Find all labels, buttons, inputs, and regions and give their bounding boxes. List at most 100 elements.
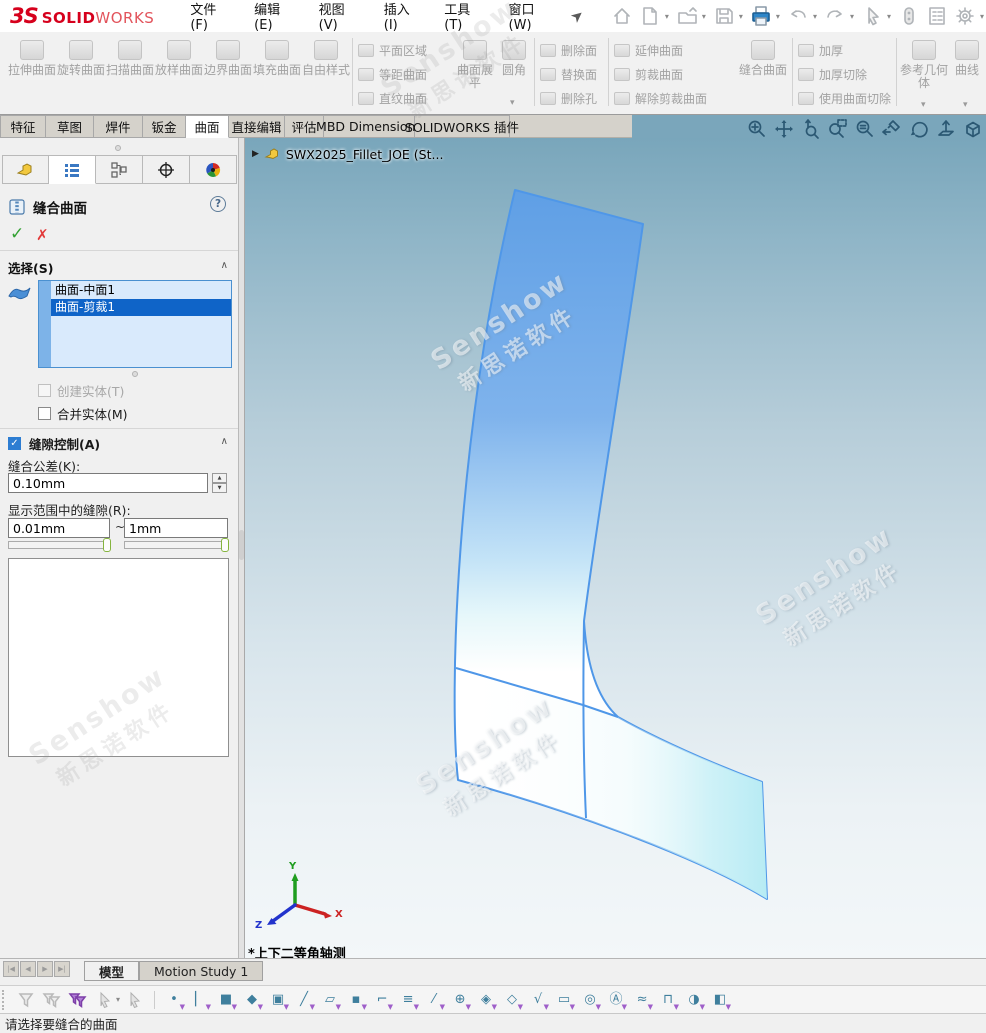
graphics-area[interactable]: ▶ SWX2025_Fillet_JOE (St... Y X Z *上下二等角… <box>245 138 986 958</box>
ribbon-boundary-surface-button[interactable]: 边界曲面 <box>204 37 252 77</box>
ok-button[interactable]: ✓ <box>10 224 24 244</box>
options-gear-icon[interactable] <box>953 4 977 28</box>
filter-vertices-icon[interactable]: •▼ <box>161 989 187 1011</box>
save-dropdown[interactable]: ▾ <box>739 12 743 21</box>
nav-next-button[interactable]: ▶ <box>37 961 53 977</box>
options-dropdown[interactable]: ▾ <box>980 12 984 21</box>
display-style-icon[interactable] <box>962 117 984 141</box>
panel-grip[interactable] <box>115 145 121 151</box>
filter-surface-finish-icon[interactable]: √▼ <box>525 989 551 1011</box>
ribbon-extruded-surface-button[interactable]: 拉伸曲面 <box>8 37 56 77</box>
min-slider-handle[interactable] <box>103 538 111 552</box>
home-icon[interactable] <box>610 4 634 28</box>
model-tab[interactable]: 模型 <box>84 961 139 981</box>
toolbar-grip[interactable] <box>2 990 7 1010</box>
selection-collapse-chevron[interactable]: ∧ <box>221 260 228 271</box>
tree-expand-arrow[interactable]: ▶ <box>252 149 259 159</box>
ribbon-fillet-button[interactable]: 圆角 <box>496 37 532 77</box>
redo-icon[interactable] <box>823 4 847 28</box>
ribbon-replace-face-button[interactable]: 替换面 <box>540 62 597 86</box>
ribbon-trim-surface-button[interactable]: 剪裁曲面 <box>614 62 707 86</box>
open-file-dropdown[interactable]: ▾ <box>702 12 706 21</box>
curves-dropdown[interactable]: ▾ <box>963 100 968 110</box>
pan-icon[interactable] <box>773 117 795 141</box>
ribbon-knit-surface-button[interactable]: 缝合曲面 <box>738 37 788 77</box>
gap-list-box[interactable] <box>8 558 229 757</box>
new-file-dropdown[interactable]: ▾ <box>665 12 669 21</box>
tab-solidworks-addins[interactable]: SOLIDWORKS 插件 <box>415 115 510 138</box>
select-cursor-tool-icon[interactable] <box>91 989 117 1011</box>
ribbon-cut-with-surface-button[interactable]: 使用曲面切除 <box>798 86 891 110</box>
select-dropdown[interactable]: ▾ <box>887 12 891 21</box>
filter-sketch-points-icon[interactable]: ▪▼ <box>343 989 369 1011</box>
filter-blocks-icon[interactable]: ◑▼ <box>681 989 707 1011</box>
filter-faces-icon[interactable]: ■▼ <box>213 989 239 1011</box>
ribbon-flatten-surface-button[interactable]: 曲面展平 <box>452 37 498 90</box>
filter-balloons-icon[interactable]: Ⓐ▼ <box>603 989 629 1011</box>
filter-surface-bodies-icon[interactable]: ◆▼ <box>239 989 265 1011</box>
filter-solid-bodies-icon[interactable]: ▣▼ <box>265 989 291 1011</box>
tab-features[interactable]: 特征 <box>0 115 46 138</box>
ribbon-untrim-surface-button[interactable]: 解除剪裁曲面 <box>614 86 707 110</box>
filter-off-icon[interactable] <box>13 989 39 1011</box>
motion-study-tab[interactable]: Motion Study 1 <box>139 961 263 981</box>
filter-centerlines-icon[interactable]: ◈▼ <box>473 989 499 1011</box>
fillet-dropdown[interactable]: ▾ <box>510 98 515 108</box>
model-canvas[interactable] <box>245 138 986 958</box>
nav-prev-button[interactable]: ◀ <box>20 961 36 977</box>
feature-tree-root-label[interactable]: SWX2025_Fillet_JOE (St... <box>286 147 444 162</box>
ribbon-planar-surface-button[interactable]: 平面区域 <box>358 38 427 62</box>
filter-geometric-tolerances-icon[interactable]: ▭▼ <box>551 989 577 1011</box>
max-slider-handle[interactable] <box>221 538 229 552</box>
filter-stack-icon[interactable] <box>39 989 65 1011</box>
tab-weldments[interactable]: 焊件 <box>94 115 143 138</box>
filter-sketch-segments-icon[interactable]: ≡▼ <box>395 989 421 1011</box>
select-filtered-icon[interactable] <box>122 989 148 1011</box>
redo-dropdown[interactable]: ▾ <box>850 12 854 21</box>
zoom-area-icon[interactable] <box>827 117 849 141</box>
print-dropdown[interactable]: ▾ <box>776 12 780 21</box>
feature-manager-tab[interactable] <box>2 155 49 184</box>
ribbon-lofted-surface-button[interactable]: 放样曲面 <box>155 37 203 77</box>
knit-selection-listbox[interactable]: 曲面-中面1 曲面-剪裁1 <box>38 280 232 368</box>
select-cursor-icon[interactable] <box>860 4 884 28</box>
normal-to-icon[interactable] <box>935 117 957 141</box>
ribbon-extend-surface-button[interactable]: 延伸曲面 <box>614 38 707 62</box>
zoom-in-out-icon[interactable] <box>800 117 822 141</box>
filter-connection-points-icon[interactable]: ◧▼ <box>707 989 733 1011</box>
filter-center-marks-icon[interactable]: ⊕▼ <box>447 989 473 1011</box>
ribbon-curves-button[interactable]: 曲线 <box>948 37 986 77</box>
tab-surfaces[interactable]: 曲面 <box>186 115 229 138</box>
magnet-toggle-icon[interactable] <box>897 4 921 28</box>
print-icon[interactable] <box>749 4 773 28</box>
gap-range-min-slider[interactable] <box>8 541 110 549</box>
configuration-manager-tab[interactable] <box>96 155 143 184</box>
tab-sketch[interactable]: 草图 <box>46 115 94 138</box>
task-list-icon[interactable] <box>925 4 949 28</box>
tab-direct-editing[interactable]: 直接编辑 <box>229 115 285 138</box>
feature-tree-root[interactable]: ▶ SWX2025_Fillet_JOE (St... <box>252 146 443 162</box>
undo-icon[interactable] <box>786 4 810 28</box>
filter-planes-icon[interactable]: ▱▼ <box>317 989 343 1011</box>
zoom-fit-icon[interactable] <box>746 117 768 141</box>
spinner-up[interactable]: ▲ <box>212 473 227 483</box>
gap-range-max-input[interactable] <box>124 518 228 538</box>
help-icon[interactable]: ? <box>210 196 226 212</box>
ribbon-ruled-surface-button[interactable]: 直纹曲面 <box>358 86 427 110</box>
previous-view-icon[interactable] <box>881 117 903 141</box>
ribbon-swept-surface-button[interactable]: 扫描曲面 <box>106 37 154 77</box>
gap-control-collapse-chevron[interactable]: ∧ <box>221 436 228 447</box>
filter-dimensions-icon[interactable]: ◇▼ <box>499 989 525 1011</box>
rotate-view-icon[interactable] <box>908 117 930 141</box>
gap-range-min-input[interactable] <box>8 518 110 538</box>
panel-splitter-handle[interactable] <box>239 530 244 560</box>
filter-datums-icon[interactable]: ⊓▼ <box>655 989 681 1011</box>
zoom-selected-icon[interactable] <box>854 117 876 141</box>
cancel-button[interactable]: ✗ <box>36 226 49 244</box>
selection-section-header[interactable]: 选择(S) <box>8 258 53 277</box>
listbox-resize-grip[interactable] <box>132 371 138 377</box>
ribbon-thickened-cut-button[interactable]: 加厚切除 <box>798 62 891 86</box>
tab-mbd-dimensions[interactable]: MBD Dimensions <box>324 115 415 138</box>
filter-notes-icon[interactable]: ◎▼ <box>577 989 603 1011</box>
gap-range-max-slider[interactable] <box>124 541 228 549</box>
